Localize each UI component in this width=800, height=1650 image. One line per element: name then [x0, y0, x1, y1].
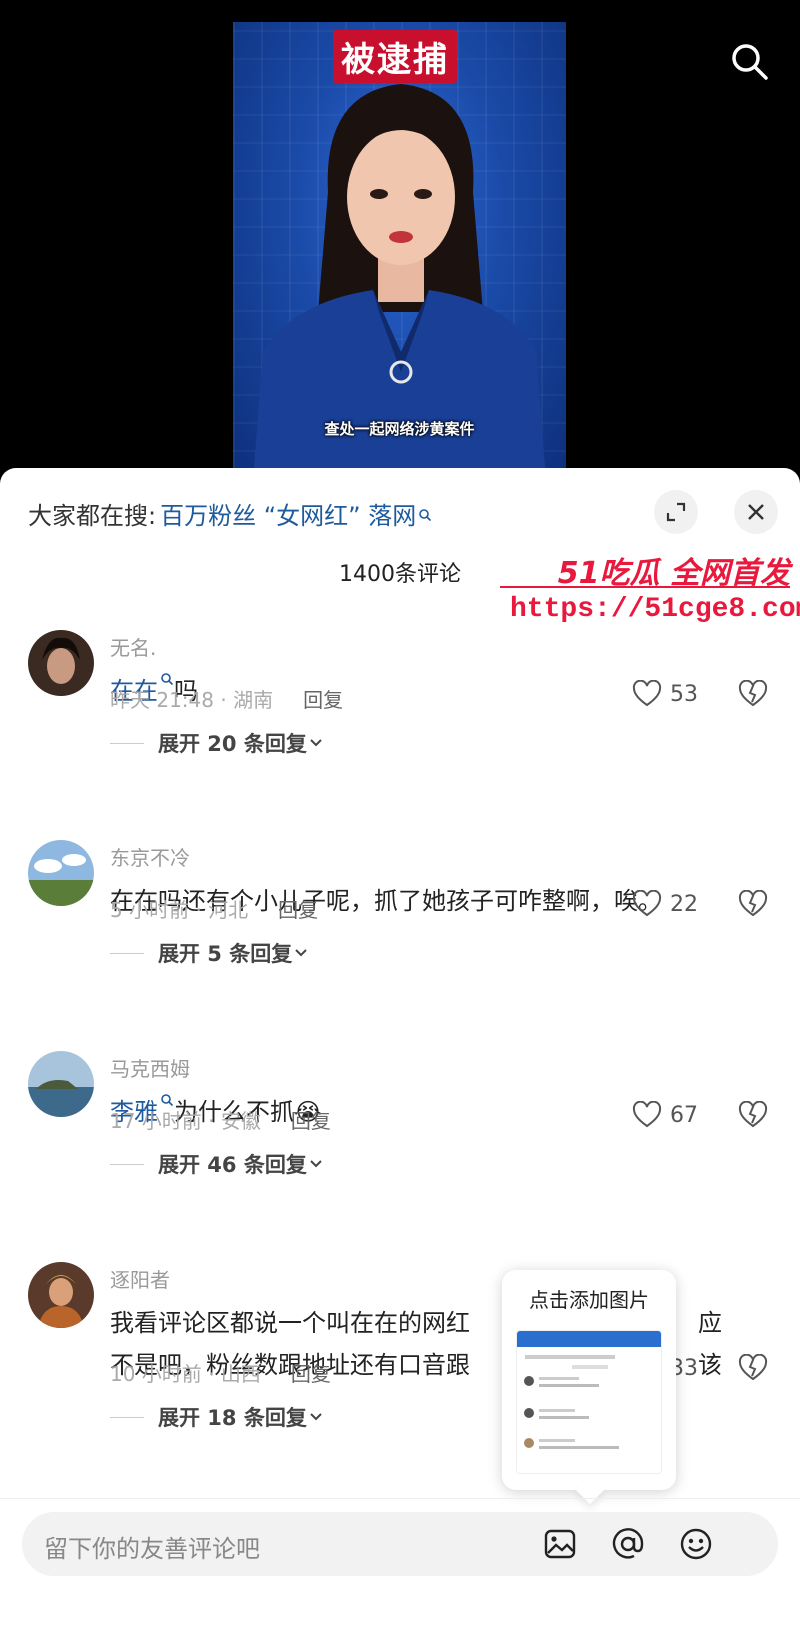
video-headline: 被逮捕: [333, 30, 457, 83]
watermark-url: https://51cge8.com: [510, 594, 800, 625]
reply-button[interactable]: 回复: [278, 898, 318, 922]
comment-meta: 5 小时前 · 河北 回复: [110, 894, 318, 923]
expand-replies-button[interactable]: 展开 46 条回复: [110, 1149, 325, 1179]
close-button[interactable]: [734, 490, 778, 534]
video-player[interactable]: 被逮捕 查处一起网络涉黄案件: [0, 0, 800, 480]
video-frame: 被逮捕 查处一起网络涉黄案件: [233, 22, 566, 480]
avatar[interactable]: [28, 1051, 94, 1117]
heart-icon: [632, 680, 662, 707]
expand-icon: [666, 502, 686, 522]
comment-time-location: 10 小时前 · 山西: [110, 1362, 261, 1386]
comment-time-location: 5 小时前 · 河北: [110, 898, 249, 922]
close-icon: [748, 504, 764, 520]
heart-icon: [632, 1101, 662, 1128]
chevron-down-icon: [310, 1160, 322, 1168]
avatar[interactable]: [28, 1262, 94, 1328]
chevron-down-icon: [310, 739, 322, 747]
heart-icon: [632, 890, 662, 917]
like-button[interactable]: 67: [632, 1101, 698, 1129]
comment-meta: 10 小时前 · 山西 回复: [110, 1358, 331, 1387]
video-caption: 查处一起网络涉黄案件: [324, 420, 475, 438]
comment-item: 无名. 在在吗 昨天 21:48 · 湖南 回复 53 展开 20 条回复: [0, 630, 800, 800]
comment-item: 东京不冷 在在吗还有个小儿子呢，抓了她孩子可咋整啊，唉。 5 小时前 · 河北回…: [0, 840, 800, 1010]
news-anchor-image: [253, 84, 546, 480]
comment-text-line1-end: 应该: [698, 1309, 722, 1379]
expand-replies-label: 展开 46 条回复: [158, 1153, 307, 1177]
avatar[interactable]: [28, 840, 94, 906]
trending-search[interactable]: 大家都在搜: 百万粉丝 “女网红” 落网: [28, 496, 432, 531]
reply-button[interactable]: 回复: [291, 1109, 331, 1133]
popup-title: 点击添加图片: [529, 1288, 649, 1312]
chevron-down-icon: [295, 949, 307, 957]
dislike-icon[interactable]: [738, 1354, 768, 1382]
comment-username[interactable]: 马克西姆: [110, 1053, 190, 1082]
avatar[interactable]: [28, 630, 94, 696]
like-button[interactable]: 22: [632, 890, 698, 918]
search-icon[interactable]: [728, 40, 772, 84]
comment-input-bar[interactable]: 留下你的友善评论吧: [22, 1512, 778, 1576]
like-count: 67: [670, 1102, 698, 1128]
comment-username[interactable]: 无名.: [110, 632, 156, 661]
dislike-icon[interactable]: [738, 1101, 768, 1129]
dislike-icon[interactable]: [738, 890, 768, 918]
emoji-icon[interactable]: [678, 1526, 714, 1562]
reply-button[interactable]: 回复: [291, 1362, 331, 1386]
comment-item: 逐阳者 我看评论区都说一个叫在在的网红 应该 不是吧，粉丝数跟地址还有口音跟 1…: [0, 1262, 800, 1462]
comment-meta: 昨天 21:48 · 湖南 回复: [110, 684, 343, 713]
like-button[interactable]: 53: [632, 680, 698, 708]
trending-prefix: 大家都在搜:: [28, 502, 157, 530]
like-count: 22: [670, 891, 698, 917]
divider: [0, 1498, 800, 1499]
search-mini-icon: [419, 508, 432, 521]
comment-username[interactable]: 东京不冷: [110, 842, 190, 871]
expand-replies-label: 展开 5 条回复: [158, 942, 293, 966]
dislike-icon[interactable]: [738, 680, 768, 708]
watermark: 51吃瓜 全网首发 https://51cge8.com: [500, 548, 800, 638]
expand-replies-button[interactable]: 展开 20 条回复: [110, 728, 325, 758]
at-mention-icon[interactable]: [610, 1526, 646, 1562]
expand-button[interactable]: [654, 490, 698, 534]
screenshot-thumbnail[interactable]: [516, 1330, 662, 1474]
comment-meta: 17 小时前 · 安徽 回复: [110, 1105, 331, 1134]
watermark-line: [500, 586, 790, 588]
comment-time-location: 昨天 21:48 · 湖南: [110, 688, 274, 712]
image-icon[interactable]: [542, 1526, 578, 1562]
expand-replies-button[interactable]: 展开 18 条回复: [110, 1402, 325, 1432]
like-count: 53: [670, 681, 698, 707]
comment-input[interactable]: 留下你的友善评论吧: [44, 1529, 260, 1564]
add-image-popup[interactable]: 点击添加图片: [502, 1270, 676, 1490]
comment-item: 马克西姆 李雅 为什么不抓😭 17 小时前 · 安徽 回复 67 展开 46 条回复: [0, 1051, 800, 1221]
expand-replies-label: 展开 18 条回复: [158, 1406, 307, 1430]
comment-username[interactable]: 逐阳者: [110, 1264, 170, 1293]
comment-time-location: 17 小时前 · 安徽: [110, 1109, 261, 1133]
expand-replies-label: 展开 20 条回复: [158, 732, 307, 756]
expand-replies-button[interactable]: 展开 5 条回复: [110, 938, 310, 968]
trending-keyword[interactable]: 百万粉丝 “女网红” 落网: [160, 496, 416, 531]
reply-button[interactable]: 回复: [303, 688, 343, 712]
chevron-down-icon: [310, 1413, 322, 1421]
comment-text-line1: 我看评论区都说一个叫在在的网红: [110, 1309, 470, 1337]
